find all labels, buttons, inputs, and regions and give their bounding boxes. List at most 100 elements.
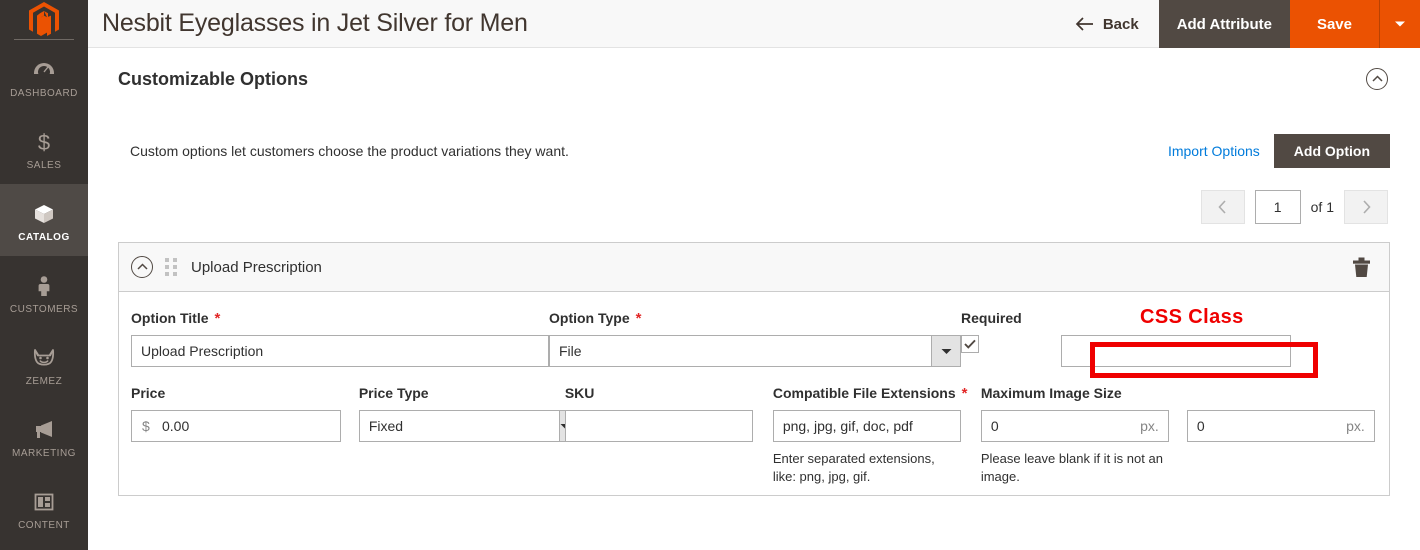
import-options-link[interactable]: Import Options (1168, 143, 1260, 159)
required-asterisk: * (961, 384, 968, 402)
section-description: Custom options let customers choose the … (130, 143, 569, 159)
field-price: Price $ (131, 385, 359, 485)
back-button[interactable]: Back (1055, 0, 1159, 48)
pagination-next-button[interactable] (1344, 190, 1388, 224)
price-input-wrapper: $ (131, 410, 359, 442)
section-title: Customizable Options (118, 68, 309, 89)
option-field-row-2: Price $ Price Type (131, 385, 1377, 485)
magento-admin-page: DASHBOARD $ SALES CATALOG CUSTOMERS ZEME… (0, 0, 1420, 550)
section-description-row: Custom options let customers choose the … (118, 134, 1390, 168)
megaphone-icon (36, 420, 52, 438)
option-title-input[interactable] (131, 335, 549, 367)
page-actions: Back Add Attribute Save (1055, 0, 1420, 48)
option-title-label: Option Title * (131, 309, 221, 327)
customizable-options-section: Customizable Options Custom options let … (88, 48, 1420, 224)
section-header: Customizable Options (118, 68, 1390, 90)
check-icon (964, 339, 976, 349)
required-label: Required (961, 310, 1022, 326)
save-options-caret-button[interactable] (1379, 0, 1420, 48)
required-asterisk: * (214, 309, 221, 327)
option-type-caret-button[interactable] (931, 335, 961, 367)
field-price-type: Price Type (358, 385, 572, 485)
sidebar-item-marketing[interactable]: MARKETING (0, 400, 88, 472)
sidebar-item-sales[interactable]: $ SALES (0, 112, 88, 184)
add-option-button[interactable]: Add Option (1273, 134, 1390, 168)
back-label: Back (1102, 15, 1139, 33)
css-class-annotation-label: CSS Class (1139, 305, 1245, 330)
required-checkbox[interactable] (961, 335, 979, 353)
compatible-file-extensions-hint: Enter separated extensions, like: png, j… (772, 451, 935, 484)
compatible-file-extensions-input[interactable] (772, 410, 961, 442)
person-icon (38, 275, 50, 296)
option-type-value[interactable] (549, 335, 931, 367)
option-type-select[interactable] (549, 335, 961, 367)
max-width-wrapper: px. (980, 410, 1169, 442)
save-button[interactable]: Save (1289, 0, 1379, 48)
option-header-title: Upload Prescription (191, 258, 322, 276)
delete-option-button[interactable] (1348, 257, 1375, 278)
magento-logo[interactable] (0, 0, 88, 40)
sidebar: DASHBOARD $ SALES CATALOG CUSTOMERS ZEME… (0, 0, 88, 550)
box-icon (35, 204, 53, 223)
drag-dots-icon[interactable] (165, 258, 177, 276)
maximum-image-size-inputs: px. px. (980, 410, 1377, 442)
sidebar-item-label: ZEMEZ (25, 375, 63, 387)
option-block-upload-prescription: Upload Prescription Option Title * Uploa… (118, 242, 1390, 497)
sidebar-item-label: MARKETING (12, 447, 76, 459)
pagination-total-label: of 1 (1310, 199, 1334, 215)
pagination: of 1 (118, 190, 1390, 224)
required-asterisk: * (635, 309, 642, 327)
field-required: Required (961, 310, 1061, 367)
magento-logo-icon (29, 2, 59, 36)
price-type-label: Price Type (358, 385, 429, 401)
css-class-input[interactable] (1061, 335, 1291, 367)
option-collapse-button[interactable] (131, 256, 153, 278)
maximum-image-size-label: Maximum Image Size (980, 385, 1122, 401)
sku-input[interactable] (564, 410, 753, 442)
section-collapse-button[interactable] (1366, 68, 1388, 90)
sidebar-item-customers[interactable]: CUSTOMERS (0, 256, 88, 328)
maximum-image-size-hint: Please leave blank if it is not an image… (980, 451, 1163, 484)
chevron-up-circle-icon (136, 263, 148, 270)
field-maximum-image-size: Maximum Image Size px. px. Please le (980, 385, 1377, 485)
maximum-image-height-input[interactable] (1186, 410, 1375, 442)
field-option-title: Option Title * (131, 310, 549, 367)
page-header: Nesbit Eyeglasses in Jet Silver for Men … (88, 0, 1420, 48)
add-attribute-button[interactable]: Add Attribute (1158, 0, 1290, 48)
layout-icon (34, 493, 54, 510)
price-type-select[interactable] (358, 410, 572, 442)
sidebar-item-zemez[interactable]: ZEMEZ (0, 328, 88, 400)
sidebar-item-label: CATALOG (18, 231, 70, 243)
chevron-down-icon (941, 348, 951, 354)
sidebar-item-reports[interactable]: REPORTS (0, 544, 88, 550)
svg-text:$: $ (38, 130, 50, 154)
price-type-value[interactable] (358, 410, 559, 442)
sidebar-item-dashboard[interactable]: DASHBOARD (0, 40, 88, 112)
pagination-page-input[interactable] (1254, 190, 1301, 224)
save-button-group: Save (1289, 0, 1420, 48)
sidebar-item-catalog[interactable]: CATALOG (0, 184, 88, 256)
price-input[interactable] (131, 410, 341, 442)
sidebar-item-content[interactable]: CONTENT (0, 472, 88, 544)
trash-icon (1353, 257, 1370, 277)
chevron-down-icon (1395, 21, 1405, 27)
option-header: Upload Prescription (119, 242, 1389, 292)
sku-label: SKU (564, 385, 595, 401)
sidebar-item-label: SALES (26, 159, 62, 171)
dashboard-icon (34, 62, 54, 78)
pagination-previous-button[interactable] (1200, 190, 1245, 224)
main-content: Nesbit Eyeglasses in Jet Silver for Men … (88, 0, 1420, 550)
sidebar-item-label: CUSTOMERS (9, 303, 79, 315)
chevron-right-icon (1362, 200, 1371, 214)
sidebar-item-label: DASHBOARD (10, 87, 78, 99)
arrow-left-icon (1075, 17, 1093, 31)
maximum-image-width-input[interactable] (980, 410, 1169, 442)
compatible-file-extensions-label: Compatible File Extensions * (772, 384, 968, 402)
dollar-icon: $ (38, 130, 50, 154)
field-sku: SKU (564, 385, 773, 485)
section-action-buttons: Import Options Add Option (1168, 134, 1390, 168)
cat-icon (33, 348, 55, 366)
max-height-wrapper: px. (1186, 410, 1375, 442)
page-title: Nesbit Eyeglasses in Jet Silver for Men (102, 9, 528, 37)
chevron-up-circle-icon (1371, 75, 1383, 82)
